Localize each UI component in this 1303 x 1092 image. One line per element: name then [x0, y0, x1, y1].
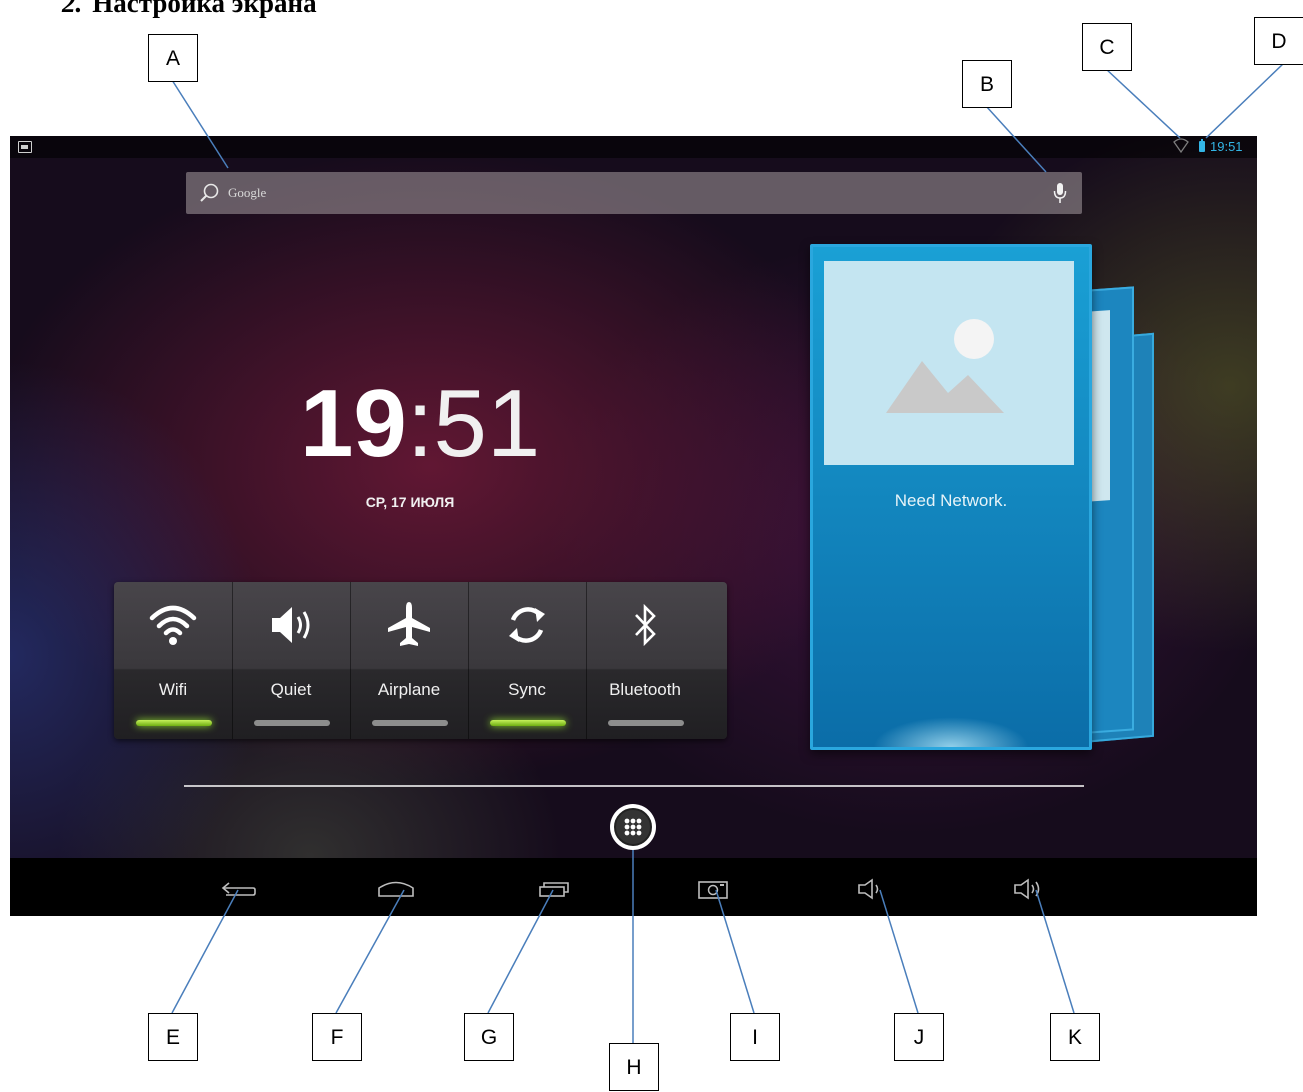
callout-line-j	[879, 889, 919, 1014]
callout-line-k	[1035, 889, 1075, 1014]
callout-line-f	[335, 889, 405, 1014]
callout-line-e	[171, 889, 239, 1014]
callout-line-g	[487, 889, 554, 1014]
callout-label: E	[165, 1026, 180, 1049]
callout-label: D	[1271, 30, 1287, 53]
callout-line-i	[715, 889, 755, 1014]
callout-k: K	[1050, 1013, 1100, 1061]
callout-d: D	[1254, 17, 1303, 65]
callout-line-d	[1205, 62, 1285, 139]
callout-label: H	[626, 1056, 642, 1079]
callout-h: H	[609, 1043, 659, 1091]
callout-label: J	[913, 1026, 925, 1049]
callout-i: I	[730, 1013, 780, 1061]
callout-line-b	[985, 105, 1047, 173]
callout-line-c	[1105, 68, 1181, 139]
callout-j: J	[894, 1013, 944, 1061]
callout-label: G	[480, 1026, 498, 1049]
callout-c: C	[1082, 23, 1132, 71]
callout-line-a	[171, 79, 229, 169]
callout-label: K	[1067, 1026, 1082, 1049]
callout-f: F	[312, 1013, 362, 1061]
callout-label: A	[165, 47, 180, 70]
callout-b: B	[962, 60, 1012, 108]
callout-a: A	[148, 34, 198, 82]
callout-lines	[171, 62, 1285, 1043]
callout-label: B	[979, 73, 994, 96]
callout-g: G	[464, 1013, 514, 1061]
callout-label: F	[330, 1026, 344, 1049]
callout-label: I	[752, 1026, 758, 1049]
callout-e: E	[148, 1013, 198, 1061]
callout-label: C	[1099, 36, 1115, 59]
